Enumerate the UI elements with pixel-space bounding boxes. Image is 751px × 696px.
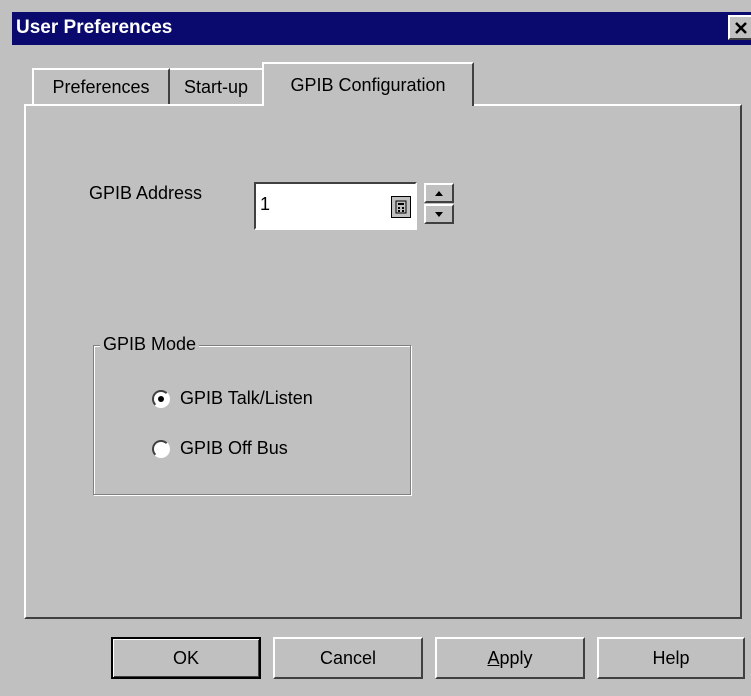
tab-gpib-configuration[interactable]: GPIB Configuration — [262, 62, 474, 106]
tab-gap — [264, 102, 472, 108]
close-button[interactable] — [728, 15, 751, 40]
tab-start-up[interactable]: Start-up — [170, 68, 264, 104]
apply-button[interactable]: Apply — [435, 637, 585, 679]
spin-down-button[interactable] — [424, 204, 454, 224]
tab-label: Start-up — [183, 76, 249, 97]
radio-button-unchecked[interactable] — [152, 439, 170, 458]
help-button-label: Help — [652, 647, 690, 668]
radio-dot-icon — [158, 395, 164, 402]
tab-preferences[interactable]: Preferences — [32, 68, 170, 104]
help-button[interactable]: Help — [597, 637, 745, 679]
radio-gpib-talk-listen[interactable]: GPIB Talk/Listen — [152, 388, 313, 409]
radio-button-checked[interactable] — [152, 389, 170, 408]
calculator-icon — [395, 200, 407, 214]
title-bar[interactable]: User Preferences — [12, 12, 751, 45]
user-preferences-dialog: User Preferences Preferences Start-up GP… — [0, 0, 751, 696]
radio-label: GPIB Off Bus — [180, 438, 288, 458]
radio-label: GPIB Talk/Listen — [180, 388, 313, 408]
ok-button[interactable]: OK — [111, 637, 261, 679]
cancel-button-label: Cancel — [319, 647, 377, 668]
tab-label: GPIB Configuration — [290, 74, 446, 95]
gpib-address-value: 1 — [260, 194, 271, 214]
gpib-address-label: GPIB Address — [89, 183, 203, 203]
gpib-mode-groupbox: GPIB Mode GPIB Talk/Listen GPIB Off Bus — [93, 334, 411, 495]
tab-label: Preferences — [52, 76, 150, 97]
ok-button-label: OK — [172, 647, 199, 668]
calculator-button[interactable] — [391, 196, 411, 218]
arrow-up-icon — [435, 190, 443, 196]
radio-gpib-off-bus[interactable]: GPIB Off Bus — [152, 438, 288, 459]
window-title: User Preferences — [16, 17, 173, 38]
gpib-address-input[interactable]: 1 — [254, 182, 417, 230]
spin-up-button[interactable] — [424, 183, 454, 203]
cancel-button[interactable]: Cancel — [273, 637, 423, 679]
gpib-mode-label: GPIB Mode — [100, 334, 200, 355]
close-icon — [735, 21, 747, 34]
apply-button-label: Apply — [487, 647, 533, 668]
arrow-down-icon — [435, 211, 443, 217]
